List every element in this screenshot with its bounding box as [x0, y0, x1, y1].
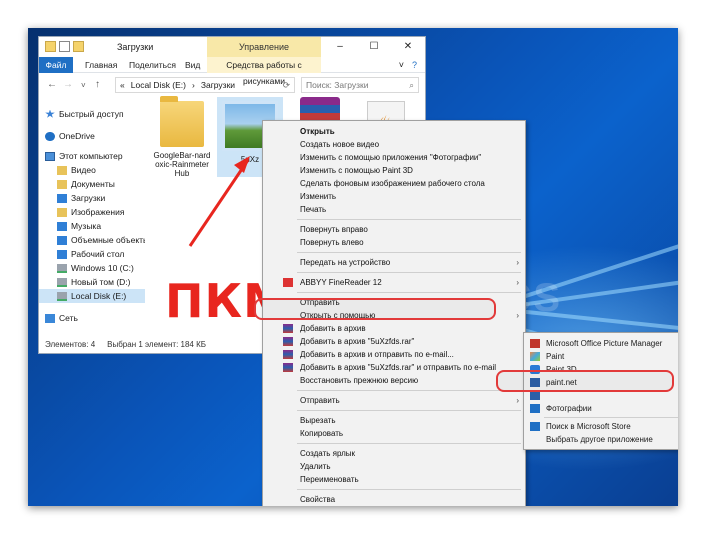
- menu-item[interactable]: Повернуть вправо: [263, 223, 525, 236]
- app-icon: [530, 391, 540, 400]
- menu-item-label: Вырезать: [300, 416, 336, 425]
- menu-separator: [297, 489, 521, 490]
- menu-item-label: Сделать фоновым изображением рабочего ст…: [300, 179, 485, 188]
- menu-item-label: Добавить в архив "5uXzfds.rar" и отправи…: [300, 363, 497, 372]
- menu-item[interactable]: Удалить: [263, 460, 525, 473]
- archive-icon: [283, 363, 293, 372]
- menu-item[interactable]: Изменить с помощью Paint 3D: [263, 164, 525, 177]
- photos-icon: [530, 404, 540, 413]
- menu-item-label: Создать новое видео: [300, 140, 380, 149]
- screenshot-frame: LUMPICS Загрузки Управление – ☐ ✕ Файл Г…: [28, 28, 678, 506]
- menu-separator: [297, 410, 521, 411]
- menu-item[interactable]: Добавить в архив "5uXzfds.rar" и отправи…: [263, 361, 525, 374]
- submenu-item[interactable]: Поиск в Microsoft Store: [524, 420, 678, 433]
- menu-item[interactable]: ABBYY FineReader 12 ›: [263, 276, 525, 289]
- menu-separator: [297, 390, 521, 391]
- menu-item[interactable]: Изменить с помощью приложения "Фотографи…: [263, 151, 525, 164]
- submenu-item[interactable]: Microsoft Office Picture Manager: [524, 337, 678, 350]
- menu-separator: [297, 219, 521, 220]
- menu-item-label: Изменить с помощью приложения "Фотографи…: [300, 153, 482, 162]
- menu-item-label: ABBYY FineReader 12: [300, 278, 382, 287]
- menu-item-label: Переименовать: [300, 475, 359, 484]
- menu-item[interactable]: Изменить: [263, 190, 525, 203]
- submenu-item[interactable]: Paint: [524, 350, 678, 363]
- menu-item[interactable]: Копировать: [263, 427, 525, 440]
- menu-item[interactable]: Добавить в архив "5uXzfds.rar": [263, 335, 525, 348]
- submenu-item-label: Microsoft Office Picture Manager: [546, 339, 663, 348]
- menu-item-label: Печать: [300, 205, 327, 214]
- menu-item[interactable]: Добавить в архив: [263, 322, 525, 335]
- menu-separator: [297, 292, 521, 293]
- picture-manager-icon: [530, 339, 540, 348]
- menu-item-label: Повернуть влево: [300, 238, 364, 247]
- menu-item-label: Копировать: [300, 429, 344, 438]
- abbyy-icon: [283, 278, 293, 287]
- chevron-right-icon: ›: [516, 311, 519, 320]
- menu-item-label: Передать на устройство: [300, 258, 391, 267]
- menu-item[interactable]: Отправить ›: [263, 394, 525, 407]
- menu-item[interactable]: Сделать фоновым изображением рабочего ст…: [263, 177, 525, 190]
- chevron-right-icon: ›: [516, 258, 519, 267]
- menu-item[interactable]: Свойства: [263, 493, 525, 506]
- menu-item-label: Удалить: [300, 462, 331, 471]
- menu-item[interactable]: Создать ярлык: [263, 447, 525, 460]
- menu-item-label: Отправить: [300, 396, 340, 405]
- menu-item-label: Свойства: [300, 495, 336, 504]
- menu-item-label: Восстановить прежнюю версию: [300, 376, 419, 385]
- menu-item-label: Изменить с помощью Paint 3D: [300, 166, 413, 175]
- menu-item[interactable]: Вырезать: [263, 414, 525, 427]
- highlight-ring-open-with: [254, 298, 496, 320]
- menu-item-label: Открыть: [300, 127, 335, 136]
- submenu-item-label: Поиск в Microsoft Store: [546, 422, 631, 431]
- store-icon: [530, 422, 540, 431]
- menu-item[interactable]: Повернуть влево: [263, 236, 525, 249]
- highlight-ring-photos: [496, 370, 674, 392]
- menu-item-label: Создать ярлык: [300, 449, 356, 458]
- menu-item[interactable]: Передать на устройство ›: [263, 256, 525, 269]
- menu-separator: [297, 252, 521, 253]
- submenu-item[interactable]: Фотографии: [524, 402, 678, 415]
- menu-item-label: Изменить: [300, 192, 337, 201]
- archive-icon: [283, 337, 293, 346]
- menu-item[interactable]: Печать: [263, 203, 525, 216]
- chevron-right-icon: ›: [516, 396, 519, 405]
- menu-item-label: Добавить в архив "5uXzfds.rar": [300, 337, 415, 346]
- submenu-item-label: Выбрать другое приложение: [546, 435, 653, 444]
- menu-item-label: Повернуть вправо: [300, 225, 368, 234]
- menu-item[interactable]: Переименовать: [263, 473, 525, 486]
- submenu-item[interactable]: Выбрать другое приложение: [524, 433, 678, 446]
- submenu-item-label: Фотографии: [546, 404, 592, 413]
- menu-separator: [544, 417, 678, 418]
- menu-item[interactable]: Открыть: [263, 125, 525, 138]
- menu-item[interactable]: Добавить в архив и отправить по e-mail..…: [263, 348, 525, 361]
- menu-item-label: Добавить в архив и отправить по e-mail..…: [300, 350, 454, 359]
- archive-icon: [283, 350, 293, 359]
- menu-item-label: Добавить в архив: [300, 324, 366, 333]
- menu-separator: [297, 272, 521, 273]
- chevron-right-icon: ›: [516, 278, 519, 287]
- paint-icon: [530, 352, 540, 361]
- submenu-item-label: Paint: [546, 352, 565, 361]
- archive-icon: [283, 324, 293, 333]
- menu-separator: [297, 443, 521, 444]
- menu-item[interactable]: Создать новое видео: [263, 138, 525, 151]
- menu-item[interactable]: Восстановить прежнюю версию: [263, 374, 525, 387]
